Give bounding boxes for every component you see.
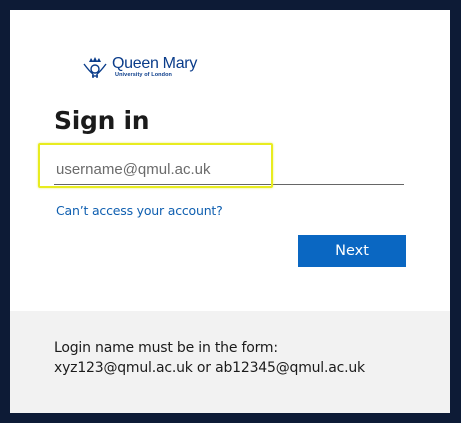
cant-access-account-link[interactable]: Can’t access your account? xyxy=(56,203,223,218)
next-button[interactable]: Next xyxy=(298,235,406,267)
crown-keys-crest-icon xyxy=(81,56,109,80)
login-hint-text: Login name must be in the form: xyz123@q… xyxy=(54,338,424,378)
logo-subtitle: University of London xyxy=(115,72,172,78)
signin-card: Queen Mary University of London Sign in … xyxy=(10,10,450,413)
logo-wordmark: Queen Mary xyxy=(112,55,198,72)
page-title: Sign in xyxy=(54,106,150,135)
username-input[interactable] xyxy=(54,155,404,184)
login-hint-line-2: xyz123@qmul.ac.uk or ab12345@qmul.ac.uk xyxy=(54,360,365,376)
username-field-container xyxy=(54,155,404,185)
queen-mary-logo: Queen Mary University of London xyxy=(81,56,197,80)
login-hint-line-1: Login name must be in the form: xyxy=(54,340,278,356)
login-hint-footer: Login name must be in the form: xyz123@q… xyxy=(10,311,450,413)
